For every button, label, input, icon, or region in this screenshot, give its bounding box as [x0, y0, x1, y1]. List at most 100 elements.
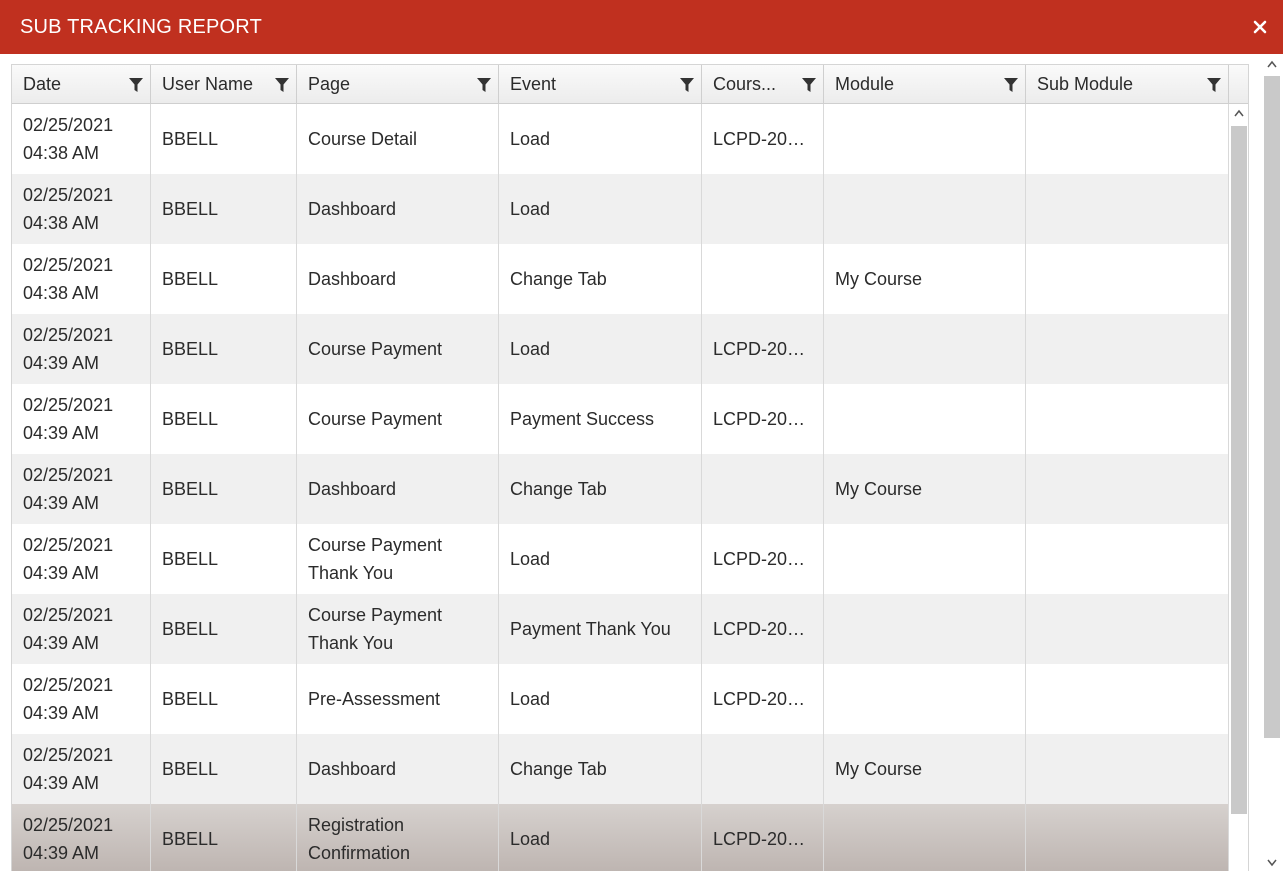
filter-icon[interactable] — [476, 77, 492, 93]
cell-time-value: 04:39 AM — [23, 353, 100, 373]
cell-course-value: LCPD-2021... — [713, 689, 812, 709]
table-row[interactable]: 02/25/2021 04:38 AM BBELL Dashboard Change T… — [12, 244, 1229, 314]
column-header-user-name[interactable]: User Name — [151, 65, 297, 103]
cell-page-value: Pre-Assessment — [308, 689, 441, 709]
cell-user-name: BBELL — [151, 594, 297, 664]
cell-time-value: 04:39 AM — [23, 703, 100, 723]
filter-icon[interactable] — [274, 77, 290, 93]
cell-sub-module — [1026, 244, 1229, 314]
cell-user-name: BBELL — [151, 664, 297, 734]
window-scrollbar-thumb[interactable] — [1264, 76, 1280, 738]
cell-user-name-value: BBELL — [162, 339, 219, 359]
cell-user-name-value: BBELL — [162, 129, 219, 149]
cell-event: Load — [499, 314, 702, 384]
cell-date-value: 02/25/2021 — [23, 325, 114, 345]
column-header-module[interactable]: Module — [824, 65, 1026, 103]
cell-user-name-value: BBELL — [162, 269, 219, 289]
cell-module-value: My Course — [835, 479, 923, 499]
cell-sub-module — [1026, 104, 1229, 174]
filter-icon[interactable] — [1206, 77, 1222, 93]
filter-icon[interactable] — [1003, 77, 1019, 93]
column-header-event[interactable]: Event — [499, 65, 702, 103]
cell-event-value: Load — [510, 339, 551, 359]
table-row[interactable]: 02/25/2021 04:39 AM BBELL Pre-Assessment Loa… — [12, 664, 1229, 734]
scroll-up-icon[interactable] — [1267, 60, 1277, 68]
cell-page-value: Course Payment Thank You — [308, 535, 443, 583]
cell-event-value: Load — [510, 689, 551, 709]
cell-page: Dashboard — [297, 734, 499, 804]
cell-course-value: LCPD-2021... — [713, 129, 812, 149]
cell-event: Payment Thank You — [499, 594, 702, 664]
cell-user-name-value: BBELL — [162, 199, 219, 219]
cell-sub-module — [1026, 174, 1229, 244]
column-header-label: Sub Module — [1037, 74, 1134, 94]
table-row[interactable]: 02/25/2021 04:39 AM BBELL Course Payment Th… — [12, 594, 1229, 664]
filter-icon[interactable] — [128, 77, 144, 93]
column-header-page[interactable]: Page — [297, 65, 499, 103]
cell-date-value: 02/25/2021 — [23, 815, 114, 835]
cell-page-value: Dashboard — [308, 269, 397, 289]
filter-icon[interactable] — [679, 77, 695, 93]
grid-scrollbar-thumb[interactable] — [1231, 126, 1247, 814]
table-row[interactable]: 02/25/2021 04:39 AM BBELL Dashboard Change T… — [12, 734, 1229, 804]
cell-course-value: LCPD-2021... — [713, 619, 812, 639]
cell-date-value: 02/25/2021 — [23, 605, 114, 625]
cell-module — [824, 314, 1026, 384]
cell-user-name-value: BBELL — [162, 619, 219, 639]
cell-course — [702, 244, 824, 314]
cell-module — [824, 104, 1026, 174]
column-header-date[interactable]: Date — [12, 65, 151, 103]
cell-time-value: 04:38 AM — [23, 143, 100, 163]
cell-user-name: BBELL — [151, 524, 297, 594]
grid-header: Date User Name Page Event Cours... Modul… — [12, 65, 1248, 104]
cell-event: Change Tab — [499, 454, 702, 524]
column-header-course[interactable]: Cours... — [702, 65, 824, 103]
filter-icon[interactable] — [801, 77, 817, 93]
title-bar: SUB TRACKING REPORT — [0, 0, 1283, 54]
table-row[interactable]: 02/25/2021 04:39 AM BBELL Registration Conf… — [12, 804, 1229, 871]
cell-page-value: Dashboard — [308, 479, 397, 499]
window-scrollbar[interactable] — [1261, 54, 1283, 871]
cell-user-name: BBELL — [151, 244, 297, 314]
cell-event: Change Tab — [499, 734, 702, 804]
table-row[interactable]: 02/25/2021 04:38 AM BBELL Course Detail Load… — [12, 104, 1229, 174]
close-icon[interactable] — [1251, 18, 1269, 36]
cell-user-name-value: BBELL — [162, 759, 219, 779]
column-header-sub-module[interactable]: Sub Module — [1026, 65, 1229, 103]
table-row[interactable]: 02/25/2021 04:39 AM BBELL Dashboard Change T… — [12, 454, 1229, 524]
cell-course — [702, 734, 824, 804]
cell-event-value: Payment Thank You — [510, 619, 671, 639]
cell-course-value: LCPD-2021... — [713, 339, 812, 359]
cell-date: 02/25/2021 04:39 AM — [12, 524, 151, 594]
cell-event: Load — [499, 104, 702, 174]
cell-date-value: 02/25/2021 — [23, 745, 114, 765]
cell-event: Load — [499, 174, 702, 244]
column-header-label: Page — [308, 74, 351, 94]
cell-course-value: LCPD-2021... — [713, 409, 812, 429]
table-row[interactable]: 02/25/2021 04:39 AM BBELL Course Payment Loa… — [12, 314, 1229, 384]
table-row[interactable]: 02/25/2021 04:38 AM BBELL Dashboard Load — [12, 174, 1229, 244]
cell-module-value: My Course — [835, 269, 923, 289]
cell-course: LCPD-2021... — [702, 314, 824, 384]
scroll-down-icon[interactable] — [1267, 859, 1277, 867]
cell-time-value: 04:39 AM — [23, 843, 100, 863]
cell-page: Dashboard — [297, 174, 499, 244]
cell-date-value: 02/25/2021 — [23, 255, 114, 275]
table-row[interactable]: 02/25/2021 04:39 AM BBELL Course Payment Pay… — [12, 384, 1229, 454]
cell-course: LCPD-2021... — [702, 664, 824, 734]
cell-date: 02/25/2021 04:39 AM — [12, 804, 151, 871]
table-row[interactable]: 02/25/2021 04:39 AM BBELL Course Payment Th… — [12, 524, 1229, 594]
cell-event: Load — [499, 664, 702, 734]
cell-event-value: Change Tab — [510, 269, 607, 289]
cell-page-value: Registration Confirmation — [308, 815, 411, 863]
cell-date: 02/25/2021 04:38 AM — [12, 104, 151, 174]
cell-course-value: LCPD-2021... — [713, 549, 812, 569]
cell-module — [824, 664, 1026, 734]
cell-date: 02/25/2021 04:39 AM — [12, 384, 151, 454]
grid-scrollbar[interactable] — [1229, 104, 1248, 871]
cell-date: 02/25/2021 04:39 AM — [12, 664, 151, 734]
cell-module: My Course — [824, 734, 1026, 804]
cell-course: LCPD-2021... — [702, 804, 824, 871]
scroll-up-icon[interactable] — [1234, 109, 1244, 117]
cell-date: 02/25/2021 04:38 AM — [12, 244, 151, 314]
